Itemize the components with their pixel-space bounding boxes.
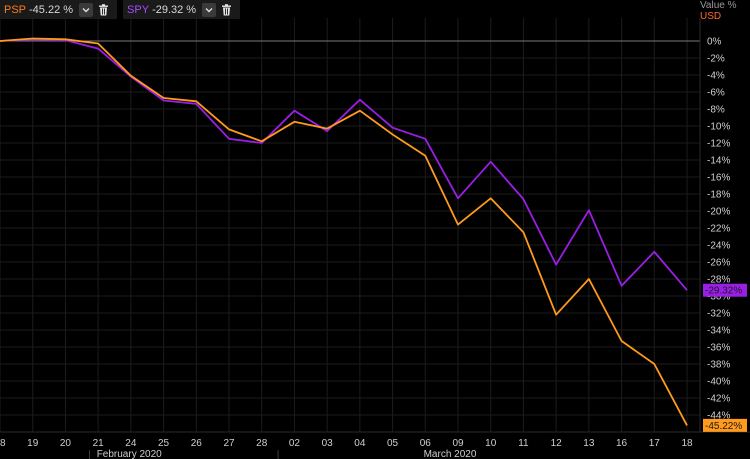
unit-currency: USD bbox=[700, 11, 722, 22]
series bbox=[0, 37, 688, 426]
legend-item-spy[interactable]: SPY -29.32 % bbox=[123, 0, 241, 19]
x-tick-label: 12 bbox=[551, 438, 563, 449]
y-tick-label: -26% bbox=[707, 258, 730, 269]
x-tick-label: 24 bbox=[125, 438, 137, 449]
y-tick-label: -22% bbox=[707, 224, 730, 235]
trash-icon[interactable] bbox=[219, 3, 233, 17]
last-value-badge-psp: -45.22% bbox=[703, 418, 747, 432]
x-tick-label: 13 bbox=[583, 438, 595, 449]
x-tick-label: 25 bbox=[158, 438, 170, 449]
badge-label: -29.32% bbox=[705, 286, 742, 297]
y-tick-label: -2% bbox=[707, 54, 725, 65]
y-tick-label: -32% bbox=[707, 309, 730, 320]
x-tick-label: 05 bbox=[387, 438, 399, 449]
x-tick-label: 16 bbox=[616, 438, 628, 449]
x-tick-label: 09 bbox=[452, 438, 464, 449]
x-tick-label: 04 bbox=[354, 438, 366, 449]
x-tick-label: 10 bbox=[485, 438, 497, 449]
series-line-psp bbox=[0, 37, 688, 426]
chevron-down-icon[interactable] bbox=[79, 2, 94, 17]
unit-title: Value % bbox=[700, 0, 737, 11]
x-tick-label: 26 bbox=[191, 438, 203, 449]
x-tick-label: 06 bbox=[420, 438, 432, 449]
x-tick-label: 02 bbox=[289, 438, 301, 449]
legend-series-value: -45.22 % bbox=[29, 3, 74, 16]
y-tick-label: -40% bbox=[707, 377, 730, 388]
legend-series-name: PSP bbox=[4, 3, 27, 16]
legend-item-psp[interactable]: PSP -45.22 % bbox=[0, 0, 118, 19]
x-tick-label: 27 bbox=[223, 438, 235, 449]
chevron-down-icon[interactable] bbox=[202, 2, 217, 17]
y-tick-label: -24% bbox=[707, 241, 730, 252]
y-tick-label: -12% bbox=[707, 139, 730, 150]
x-tick-label: 18 bbox=[681, 438, 693, 449]
y-tick-label: -14% bbox=[707, 156, 730, 167]
y-tick-label: -18% bbox=[707, 190, 730, 201]
x-tick-label: 19 bbox=[27, 438, 39, 449]
badge-label: -45.22% bbox=[705, 421, 742, 432]
month-label: March 2020 bbox=[424, 449, 477, 459]
x-tick-label: 21 bbox=[93, 438, 105, 449]
y-tick-label: -8% bbox=[707, 105, 725, 116]
x-tick-label: 28 bbox=[256, 438, 268, 449]
line-chart: 0% -2% -4% -6% -8% -10% -12% -14% -16% -18% -20% -2… bbox=[0, 18, 750, 459]
last-value-badge-spy: -29.32% bbox=[703, 283, 747, 297]
x-tick-label: 11 bbox=[518, 438, 529, 449]
x-tick-label: 17 bbox=[649, 438, 661, 449]
y-tick-label: -6% bbox=[707, 88, 725, 99]
y-tick-label: -10% bbox=[707, 122, 730, 133]
y-tick-label: -42% bbox=[707, 394, 730, 405]
y-tick-label: -36% bbox=[707, 343, 730, 354]
y-tick-label: -34% bbox=[707, 326, 730, 337]
y-tick-label: -4% bbox=[707, 71, 725, 82]
y-tick-label: 0% bbox=[707, 37, 722, 48]
y-tick-label: -20% bbox=[707, 207, 730, 218]
x-axis: 18 19 20 21 24 25 26 27 28 02 03 04 05 06 09 10 11 12 13 16… bbox=[0, 431, 750, 459]
x-tick-label: 20 bbox=[60, 438, 72, 449]
legend-series-value: -29.32 % bbox=[152, 3, 197, 16]
x-tick-label: 18 bbox=[0, 438, 6, 449]
legend-series-name: SPY bbox=[127, 3, 150, 16]
chart-panel: 0% -2% -4% -6% -8% -10% -12% -14% -16% -18% -20% -2… bbox=[0, 0, 750, 459]
x-tick-label: 03 bbox=[322, 438, 334, 449]
legend: PSP -45.22 % SPY -29.32 % bbox=[0, 0, 246, 19]
y-tick-label: -16% bbox=[707, 173, 730, 184]
month-label: February 2020 bbox=[97, 449, 162, 459]
series-line-spy bbox=[0, 38, 688, 291]
y-axis-unit: Value % USD bbox=[700, 0, 744, 22]
y-tick-label: -38% bbox=[707, 360, 730, 371]
y-axis: 0% -2% -4% -6% -8% -10% -12% -14% -16% -18% -20% -2… bbox=[699, 18, 730, 432]
trash-icon[interactable] bbox=[96, 3, 110, 17]
